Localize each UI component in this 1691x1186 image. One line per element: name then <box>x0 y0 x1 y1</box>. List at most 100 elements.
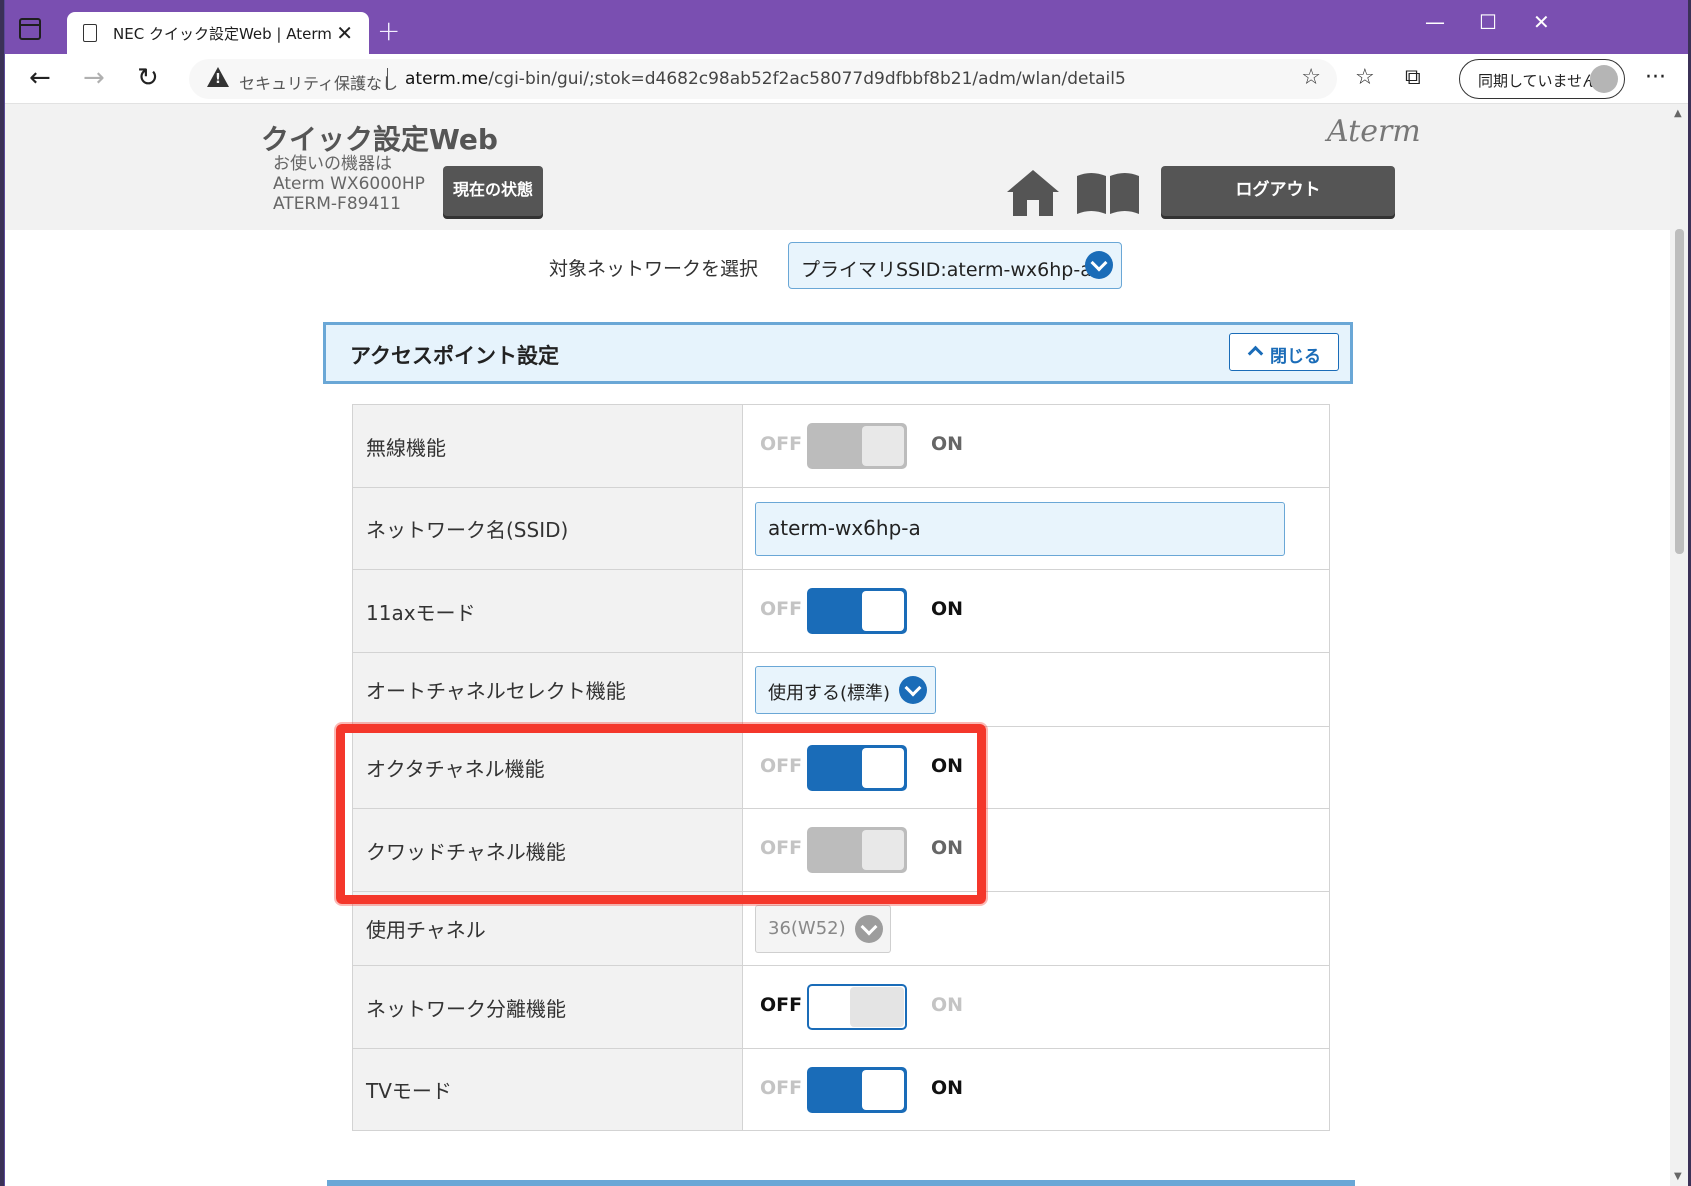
toggle-knob <box>862 591 904 631</box>
channel-select[interactable]: 36(W52) <box>755 904 891 953</box>
11ax-mode-toggle[interactable]: OFF ON <box>760 588 963 634</box>
select-value: 使用する(標準) <box>768 682 891 704</box>
more-icon[interactable]: ··· <box>1645 62 1666 94</box>
network-isolation-toggle[interactable]: OFF ON <box>760 984 963 1030</box>
browser-toolbar: ← → ↻ セキュリティ保護なし aterm.me/cgi-bin/gui/;s… <box>5 54 1688 104</box>
back-icon[interactable]: ← <box>29 62 51 94</box>
scroll-down-icon[interactable]: ▼ <box>1674 1171 1682 1182</box>
address-bar[interactable]: セキュリティ保護なし aterm.me/cgi-bin/gui/;stok=d4… <box>189 59 1337 99</box>
network-select[interactable]: プライマリSSID:aterm-wx6hp-a <box>788 242 1122 289</box>
table-row: TVモード OFF ON <box>352 1048 1330 1131</box>
collections-icon[interactable]: ⧉ <box>1405 62 1421 94</box>
toggle-off-label: OFF <box>760 598 803 620</box>
octa-channel-toggle[interactable]: OFF ON <box>760 744 964 791</box>
toggle-off-label: OFF <box>760 837 803 859</box>
toggle-switch[interactable] <box>807 827 907 873</box>
profile-label: 同期していません <box>1478 72 1598 90</box>
access-point-section-header: アクセスポイント設定 閉じる <box>323 322 1353 384</box>
row-label: オートチャネルセレクト機能 <box>352 652 743 727</box>
close-button-label: 閉じる <box>1270 347 1321 367</box>
toggle-off-label: OFF <box>760 1076 803 1099</box>
toggle-knob <box>862 830 904 870</box>
toggle-switch[interactable] <box>807 1066 907 1113</box>
network-select-label: 対象ネットワークを選択 <box>549 258 759 280</box>
aterm-logo: Aterm <box>1327 114 1421 149</box>
browser-window: NEC クイック設定Web | Aterm ✕ + — ☐ ✕ ← → ↻ セキ… <box>4 0 1688 1186</box>
chevron-up-icon <box>1247 345 1264 362</box>
manual-book-icon[interactable] <box>1077 170 1139 214</box>
tab-list-icon[interactable] <box>19 18 41 40</box>
current-status-button[interactable]: 現在の状態 <box>443 166 543 216</box>
toggle-off-label: OFF <box>760 994 803 1016</box>
table-row: ネットワーク分離機能 OFF ON <box>352 965 1330 1049</box>
row-control: OFF ON <box>742 1048 1330 1131</box>
device-caption: お使いの機器は <box>273 154 392 174</box>
warning-icon[interactable] <box>207 67 229 87</box>
toggle-switch[interactable] <box>807 744 907 791</box>
row-label: ネットワーク分離機能 <box>352 965 743 1049</box>
security-label[interactable]: セキュリティ保護なし <box>239 70 398 94</box>
row-control: aterm-wx6hp-a <box>742 487 1330 570</box>
url-path: /cgi-bin/gui/;stok=d4682c98ab52f2ac58077… <box>488 69 1126 89</box>
plus-icon[interactable]: + <box>377 14 400 47</box>
row-control: 36(W52) <box>742 891 1330 966</box>
device-info: お使いの機器は Aterm WX6000HP ATERM-F89411 <box>273 154 425 214</box>
table-row: クワッドチャネル機能 OFF ON <box>352 808 1330 892</box>
toggle-on-label: ON <box>931 433 964 455</box>
vertical-scrollbar[interactable]: ▲ ▼ <box>1670 104 1688 1186</box>
site-header: クイック設定Web お使いの機器は Aterm WX6000HP ATERM-F… <box>5 104 1670 230</box>
section-close-button[interactable]: 閉じる <box>1229 333 1339 371</box>
page-viewport: クイック設定Web お使いの機器は Aterm WX6000HP ATERM-F… <box>5 104 1670 1186</box>
address-divider <box>387 68 388 90</box>
toggle-off-label: OFF <box>760 754 803 777</box>
row-control: OFF ON <box>742 569 1330 653</box>
toggle-switch[interactable] <box>807 984 907 1030</box>
select-value: 36(W52) <box>768 917 846 939</box>
toggle-knob <box>862 747 904 788</box>
table-row: 無線機能 OFF ON <box>352 404 1330 488</box>
ssid-input[interactable]: aterm-wx6hp-a <box>755 501 1285 556</box>
row-control: OFF ON <box>742 726 1330 809</box>
quad-channel-toggle[interactable]: OFF ON <box>760 827 964 873</box>
wireless-toggle[interactable]: OFF ON <box>760 423 964 469</box>
home-icon[interactable] <box>1007 170 1059 216</box>
refresh-icon[interactable]: ↻ <box>137 62 159 94</box>
toggle-on-label: ON <box>931 837 964 859</box>
toggle-on-label: ON <box>931 1076 964 1099</box>
toggle-switch[interactable] <box>807 423 907 469</box>
forward-icon[interactable]: → <box>83 62 105 94</box>
scroll-thumb[interactable] <box>1675 229 1684 554</box>
browser-tab[interactable]: NEC クイック設定Web | Aterm ✕ <box>67 12 369 54</box>
toggle-switch[interactable] <box>807 588 907 634</box>
favorites-icon[interactable]: ☆ <box>1355 62 1375 94</box>
profile-button[interactable]: 同期していません <box>1459 59 1625 99</box>
close-icon[interactable]: ✕ <box>336 21 353 45</box>
toggle-off-label: OFF <box>760 433 803 455</box>
row-label: 使用チャネル <box>352 891 743 966</box>
avatar-icon <box>1590 65 1618 93</box>
logout-button[interactable]: ログアウト <box>1161 166 1395 216</box>
settings-table: 無線機能 OFF ON ネットワーク名(SSID) aterm-wx6hp-a … <box>352 404 1330 1131</box>
add-favorite-icon[interactable]: ☆ <box>1301 65 1321 90</box>
window-close-icon[interactable]: ✕ <box>1533 10 1550 34</box>
title-bar: NEC クイック設定Web | Aterm ✕ + — ☐ ✕ <box>5 0 1688 54</box>
tv-mode-toggle[interactable]: OFF ON <box>760 1066 964 1113</box>
row-label: ネットワーク名(SSID) <box>352 487 743 570</box>
chevron-down-icon <box>855 914 883 943</box>
row-control: OFF ON <box>742 808 1330 892</box>
toggle-knob <box>862 426 904 466</box>
toggle-on-label: ON <box>931 754 964 777</box>
minimize-icon[interactable]: — <box>1425 10 1445 34</box>
next-section-border <box>327 1180 1355 1186</box>
row-label: 無線機能 <box>352 404 743 488</box>
site-title: クイック設定Web <box>261 123 498 156</box>
url-text[interactable]: aterm.me/cgi-bin/gui/;stok=d4682c98ab52f… <box>405 69 1126 89</box>
tab-title: NEC クイック設定Web | Aterm <box>113 25 332 43</box>
row-control: OFF ON <box>742 404 1330 488</box>
maximize-icon[interactable]: ☐ <box>1479 10 1497 34</box>
auto-channel-select[interactable]: 使用する(標準) <box>755 665 936 714</box>
scroll-up-icon[interactable]: ▲ <box>1674 108 1682 119</box>
chevron-down-icon <box>899 675 927 704</box>
row-control: 使用する(標準) <box>742 652 1330 727</box>
table-row: ネットワーク名(SSID) aterm-wx6hp-a <box>352 487 1330 570</box>
